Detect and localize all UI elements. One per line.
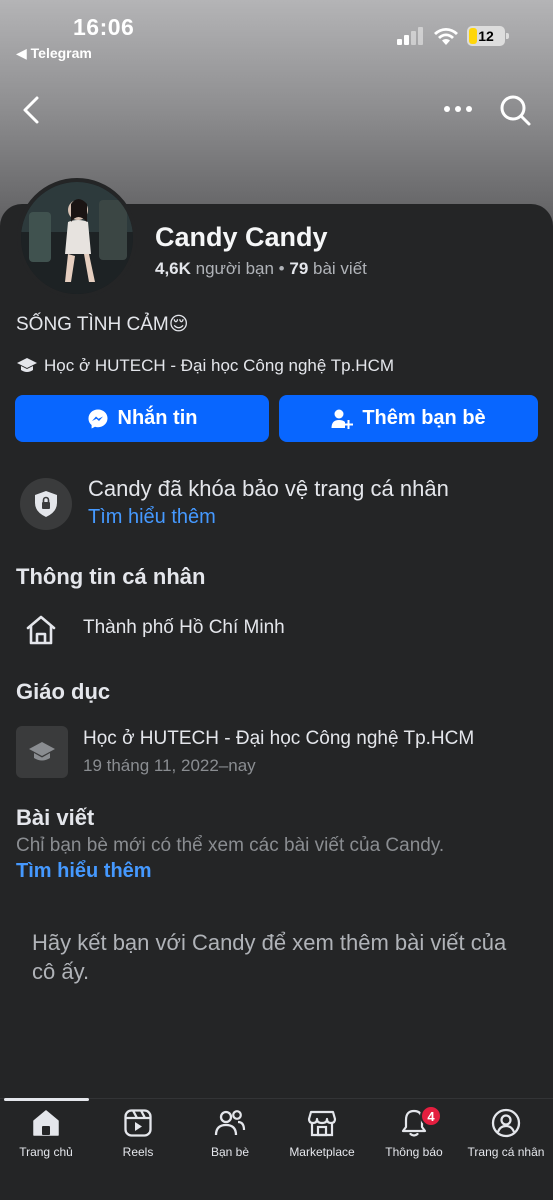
school-icon [16,726,68,778]
more-options-icon[interactable] [440,94,476,124]
tab-reels-label: Reels [122,1145,154,1159]
tab-home[interactable]: Trang chủ [0,1108,92,1168]
profile-icon [491,1108,521,1138]
friends-icon [214,1110,246,1136]
friends-label: người bạn • [190,259,290,278]
posts-heading: Bài viết [16,805,95,830]
posts-label: bài viết [308,259,367,278]
profile-bio: SỐNG TÌNH CẢM😌 [16,314,189,335]
message-button[interactable]: Nhắn tin [15,395,269,442]
lock-learn-more-link[interactable]: Tìm hiểu thêm [88,506,216,529]
friend-prompt: Hãy kết bạn với Candy để xem thêm bài vi… [32,930,507,984]
graduation-cap-icon [17,358,37,372]
posts-count: 79 [289,259,309,278]
education-heading: Giáo dục [16,679,111,704]
marketplace-icon [307,1110,337,1137]
battery-level: 12 [478,28,494,44]
reels-icon [124,1109,152,1137]
tab-notifications-label: Thông báo [385,1145,443,1159]
profile-education-summary: Học ở HUTECH - Đại học Công nghệ Tp.HCM [16,356,394,376]
wifi-icon [434,27,458,45]
friends-count[interactable]: 4,6K [155,259,191,278]
profile-name: Candy Candy [155,222,328,252]
message-button-label: Nhắn tin [117,407,198,429]
tab-marketplace-label: Marketplace [289,1145,355,1159]
education-date: 19 tháng 11, 2022–nay [83,756,256,775]
search-icon[interactable] [497,92,533,128]
status-time: 16:06 [73,14,135,40]
lock-notice-title: Candy đã khóa bảo vệ trang cá nhân [88,476,449,501]
city-row: Thành phố Hồ Chí Minh [16,613,536,647]
profile-stats: 4,6K người bạn • 79 bài viết [155,259,367,279]
profile-lock-notice: Candy đã khóa bảo vệ trang cá nhân Tìm h… [20,474,540,534]
add-friend-icon [331,409,354,429]
posts-learn-more-link[interactable]: Tìm hiểu thêm [16,860,152,883]
tab-profile-label: Trang cá nhân [467,1145,545,1159]
add-friend-button-label: Thêm bạn bè [362,407,486,429]
notification-badge: 4 [420,1105,442,1127]
tab-marketplace[interactable]: Marketplace [276,1108,368,1168]
tab-friends-label: Bạn bè [210,1145,250,1159]
profile-avatar[interactable] [17,178,137,298]
tab-home-label: Trang chủ [19,1145,73,1159]
education-summary-text: Học ở HUTECH - Đại học Công nghệ Tp.HCM [44,356,395,375]
status-icons: 12 [397,26,509,46]
shield-lock-icon [20,478,72,530]
back-arrow-icon[interactable] [16,90,46,130]
status-bar: 16:06 ◀ Telegram 12 [0,0,553,70]
tab-profile[interactable]: Trang cá nhân [460,1108,552,1168]
avatar-photo [21,182,133,294]
tab-reels[interactable]: Reels [92,1108,184,1168]
signal-icon [397,27,423,45]
home-icon [33,1110,59,1136]
education-school[interactable]: Học ở HUTECH - Đại học Công nghệ Tp.HCM [83,728,474,750]
city-text: Thành phố Hồ Chí Minh [83,617,285,638]
messenger-icon [88,409,107,428]
add-friend-button[interactable]: Thêm bạn bè [279,395,538,442]
tab-friends[interactable]: Bạn bè [184,1108,276,1168]
tab-notifications[interactable]: 4 Thông báo [368,1105,460,1168]
battery-icon: 12 [467,26,509,46]
top-nav [0,88,553,132]
posts-description: Chỉ bạn bè mới có thể xem các bài viết c… [16,835,445,856]
active-tab-indicator [4,1098,89,1101]
back-to-telegram[interactable]: ◀ Telegram [16,45,92,62]
home-icon [26,615,56,645]
personal-info-heading: Thông tin cá nhân [16,564,206,589]
